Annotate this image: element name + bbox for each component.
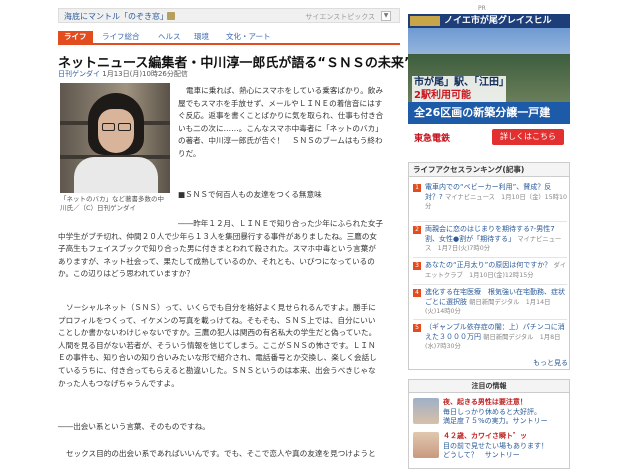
ad-brand: 東急電鉄 (414, 134, 451, 144)
tab-health[interactable]: ヘルス (158, 31, 181, 43)
tab-environment[interactable]: 環境 (194, 31, 209, 43)
promo-thumbnail (413, 398, 439, 424)
promo-box: 注目の情報 夜、起きる男性は要注意！ 毎日しっかり休めると大好評。 満足度７５%… (408, 379, 570, 469)
promo-header: 注目の情報 (409, 380, 569, 393)
ranking-item[interactable]: 3 あなたの“正月太り”の原因は何ですか？ ダイエットクラブ 1月10日(金)1… (413, 261, 567, 280)
publish-date: 1月13日(月)10時26分配信 (102, 70, 188, 78)
ranking-box: ライフアクセスランキング(記事) 1 電車内での“ベビーカー利用”、賛成？反対？… (408, 162, 570, 370)
byline: 日刊ゲンダイ 1月13日(月)10時26分配信 (58, 69, 188, 79)
ad-band: 全26区画の新築分譲一戸建 (408, 102, 570, 124)
more-ranking-link[interactable]: もっと見る (533, 358, 568, 368)
ranking-header: ライフアクセスランキング(記事) (409, 163, 569, 177)
author-photo[interactable] (60, 83, 170, 193)
promo-thumbnail (413, 432, 439, 458)
pr-label: PR (478, 5, 486, 12)
page: 海底にマントル「のぞき窓」 サイエンストピックス ▼ ライフ ライフ総合 ヘルス… (0, 0, 640, 469)
article-paragraph-3: ソーシャルネット（ＳＮＳ）って、いくらでも自分を格好よく見せられるんですよ。勝手… (58, 303, 377, 388)
ad-station-tag: 市が尾」駅、「江田」駅、 2駅利用可能 (412, 76, 506, 102)
article-subheading: ■ＳＮＳで何百人もの友達をつくる無意味 (178, 190, 322, 199)
article-paragraph-5: セックス目的の出会い系であればいいんです。でも、そこで恋人や真の友達を見つけよう… (66, 449, 376, 458)
top-news-bar[interactable]: 海底にマントル「のぞき窓」 サイエンストピックス ▼ (58, 8, 400, 23)
ranking-item[interactable]: 1 電車内での“ベビーカー利用”、賛成？反対？? マイナビニュース 1月10日（… (413, 183, 567, 212)
photo-caption: 「ネットのバカ」など著書多数の中 川氏／（C）日刊ゲンダイ (60, 195, 164, 212)
tab-life[interactable]: ライフ (58, 31, 93, 43)
article-paragraph-4: ――出会い系という言葉、そのものですね。 (58, 422, 210, 431)
real-estate-ad[interactable]: ノイエ市が尾グレイスヒル 市が尾」駅、「江田」駅、 2駅利用可能 全26区画の新… (408, 14, 570, 150)
ranking-item[interactable]: 5 （ギャンブル依存症の闇：上）パチンコに消えた３０００万円 朝日新聞デジタル … (413, 323, 567, 352)
ranking-item[interactable]: 2 両親会に恋のはじまりを期待する?-男性7割、女性●割が「期待する」 マイナビ… (413, 225, 567, 254)
chevron-down-icon[interactable]: ▼ (381, 11, 391, 21)
ranking-item[interactable]: 4 進化する在宅医療 根気強い在宅勤務、症状ごとに選択肢 朝日新聞デジタル 1月… (413, 288, 567, 317)
top-news-link[interactable]: 海底にマントル「のぞき窓」 (64, 11, 168, 22)
tab-culture-art[interactable]: 文化・アート (226, 31, 271, 43)
article-paragraph-1: 電車に乗れば、熱心にスマホをしている乗客ばかり。飲み 屋でもスマホを手放せず、メ… (178, 86, 384, 158)
article-paragraph-2: ――昨年１２月、ＬＩＮＥで知り合った少年にふられた女子 中学生がブチ切れ、仲間２… (58, 219, 384, 279)
ad-logo (410, 16, 440, 26)
ad-details-button[interactable]: 詳しくはこちら (492, 129, 564, 145)
section-label: サイエンストピックス (305, 13, 375, 21)
category-tabs: ライフ ライフ総合 ヘルス 環境 文化・アート (58, 31, 400, 45)
tab-life-general[interactable]: ライフ総合 (102, 31, 140, 43)
camera-icon (167, 12, 175, 20)
source-link[interactable]: 日刊ゲンダイ (58, 70, 100, 78)
